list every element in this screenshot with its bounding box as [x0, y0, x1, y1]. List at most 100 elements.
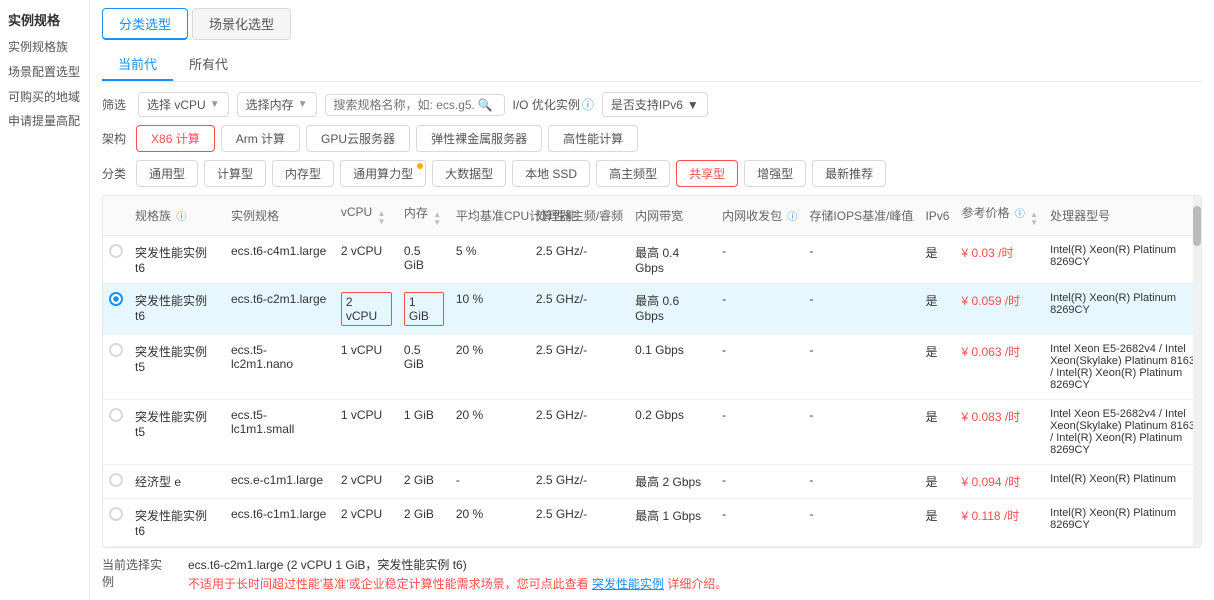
cell-bandwidth: 0.2 Gbps: [629, 400, 716, 465]
arch-btn-bare-metal[interactable]: 弹性裸金属服务器: [416, 125, 542, 152]
sub-tab-all[interactable]: 所有代: [173, 48, 244, 81]
pps-info-icon[interactable]: ⓘ: [787, 212, 797, 223]
sidebar-title: 实例规格: [8, 10, 81, 29]
vcpu-select[interactable]: 选择 vCPU ▼: [138, 92, 229, 117]
price-info-icon[interactable]: ⓘ: [1015, 209, 1025, 220]
cat-btn-recommended[interactable]: 最新推荐: [812, 160, 886, 187]
sidebar-item-family[interactable]: 实例规格族: [8, 39, 81, 56]
instance-table: 规格族 ⓘ 实例规格 vCPU ▲▼ 内存 ▲▼ 平均基准CPU计算性能: [103, 196, 1201, 547]
bottom-selected-label: 当前选择实例: [102, 556, 172, 590]
cat-btn-high-freq[interactable]: 高主频型: [596, 160, 670, 187]
cat-btn-compute[interactable]: 计算型: [204, 160, 266, 187]
cat-btn-general[interactable]: 通用型: [136, 160, 198, 187]
cat-btn-general-compute[interactable]: 通用算力型: [340, 160, 426, 187]
cell-price: ¥ 0.063 /时: [955, 335, 1044, 400]
cell-spec: ecs.t6-c4m1.large: [225, 236, 335, 284]
cell-cpu-perf: 20 %: [450, 400, 530, 465]
cell-mem: 1 GiB: [398, 284, 450, 335]
table-row[interactable]: 突发性能实例 t5ecs.t5-lc1m1.small1 vCPU1 GiB20…: [103, 400, 1201, 465]
cell-cpu-model: Intel(R) Xeon(R) Platinum 8269CY: [1044, 236, 1201, 284]
arch-btn-gpu[interactable]: GPU云服务器: [306, 125, 410, 152]
cell-cpu-model: Intel Xeon E5-2682v4 / Intel Xeon(Skylak…: [1044, 335, 1201, 400]
cell-cpu-model: Intel(R) Xeon(R) Platinum 8269CY: [1044, 284, 1201, 335]
cell-cpu-model: Intel(R) Xeon(R) Platinum 8269CY: [1044, 499, 1201, 547]
cell-iops: -: [803, 465, 919, 499]
family-info-icon[interactable]: ⓘ: [176, 212, 186, 223]
radio-cell[interactable]: [103, 465, 129, 499]
io-opt-link[interactable]: ⓘ: [582, 96, 594, 113]
cell-price: ¥ 0.083 /时: [955, 400, 1044, 465]
th-vcpu[interactable]: vCPU ▲▼: [335, 196, 398, 236]
cell-cpu-perf: 20 %: [450, 335, 530, 400]
bottom-selected-value: ecs.t6-c2m1.large (2 vCPU 1 GiB，突发性能实例 t…: [188, 556, 727, 573]
cell-ipv6: 是: [919, 499, 955, 547]
cell-family: 突发性能实例 t5: [129, 335, 225, 400]
radio-cell[interactable]: [103, 335, 129, 400]
cell-spec: ecs.t5-lc1m1.small: [225, 400, 335, 465]
cell-bandwidth: 最高 1 Gbps: [629, 499, 716, 547]
scroll-thumb: [1193, 206, 1201, 246]
sidebar-item-apply[interactable]: 申请提量高配: [8, 113, 81, 130]
cat-btn-enhanced[interactable]: 增强型: [744, 160, 806, 187]
tab-category-selection[interactable]: 分类选型: [102, 8, 188, 40]
arch-btn-arm[interactable]: Arm 计算: [221, 125, 300, 152]
cat-btn-memory[interactable]: 内存型: [272, 160, 334, 187]
sub-tab-current[interactable]: 当前代: [102, 48, 173, 81]
sidebar-item-scenario[interactable]: 场景配置选型: [8, 64, 81, 81]
tab-scenario-selection[interactable]: 场景化选型: [192, 8, 291, 40]
table-row[interactable]: 突发性能实例 t5ecs.t5-lc2m1.nano1 vCPU0.5 GiB2…: [103, 335, 1201, 400]
radio-button[interactable]: [109, 244, 123, 258]
radio-button[interactable]: [109, 343, 123, 357]
cat-btn-shared[interactable]: 共享型: [676, 160, 738, 187]
cell-family: 突发性能实例 t6: [129, 499, 225, 547]
radio-button[interactable]: [109, 292, 123, 306]
filter-row: 筛选 选择 vCPU ▼ 选择内存 ▼ 🔍 I/O 优化实例 ⓘ 是否支持IPv…: [102, 92, 1202, 117]
cell-bandwidth: 0.1 Gbps: [629, 335, 716, 400]
cell-cpu-perf: -: [450, 465, 530, 499]
th-mem[interactable]: 内存 ▲▼: [398, 196, 450, 236]
sidebar-item-region[interactable]: 可购买的地域: [8, 89, 81, 106]
radio-cell[interactable]: [103, 400, 129, 465]
cat-btn-local-ssd[interactable]: 本地 SSD: [512, 160, 590, 187]
cell-cpu-model: Intel(R) Xeon(R) Platinum: [1044, 465, 1201, 499]
arch-btn-hpc[interactable]: 高性能计算: [548, 125, 638, 152]
radio-cell[interactable]: [103, 236, 129, 284]
cell-pps: -: [716, 335, 803, 400]
vcpu-arrow-icon: ▼: [210, 99, 220, 110]
search-box[interactable]: 🔍: [325, 94, 505, 116]
th-price[interactable]: 参考价格 ⓘ ▲▼: [955, 196, 1044, 236]
search-input[interactable]: [334, 98, 474, 112]
cell-bandwidth: 最高 0.4 Gbps: [629, 236, 716, 284]
table-row[interactable]: 突发性能实例 t6ecs.t6-c2m1.large2 vCPU1 GiB10 …: [103, 284, 1201, 335]
cell-iops: -: [803, 335, 919, 400]
radio-button[interactable]: [109, 507, 123, 521]
ipv6-select[interactable]: 是否支持IPv6 ▼: [602, 92, 708, 117]
cell-pps: -: [716, 400, 803, 465]
scroll-indicator[interactable]: [1193, 196, 1201, 547]
cell-iops: -: [803, 236, 919, 284]
radio-button[interactable]: [109, 408, 123, 422]
cell-ipv6: 是: [919, 335, 955, 400]
burst-instance-link[interactable]: 突发性能实例: [592, 577, 664, 591]
radio-button[interactable]: [109, 473, 123, 487]
cell-pps: -: [716, 465, 803, 499]
cell-spec: ecs.e-c1m1.large: [225, 465, 335, 499]
th-iops: 存储IOPS基准/峰值: [803, 196, 919, 236]
radio-cell[interactable]: [103, 499, 129, 547]
cat-btn-bigdata[interactable]: 大数据型: [432, 160, 506, 187]
arch-btn-x86[interactable]: X86 计算: [136, 125, 215, 152]
cell-price: ¥ 0.03 /时: [955, 236, 1044, 284]
bottom-info: 当前选择实例 ecs.t6-c2m1.large (2 vCPU 1 GiB，突…: [102, 556, 1202, 592]
table-row[interactable]: 经济型 eecs.e-c1m1.large2 vCPU2 GiB-2.5 GHz…: [103, 465, 1201, 499]
th-cpu-perf: 平均基准CPU计算性能: [450, 196, 530, 236]
table-row[interactable]: 突发性能实例 t6ecs.t6-c4m1.large2 vCPU0.5 GiB5…: [103, 236, 1201, 284]
table-row[interactable]: 突发性能实例 t6ecs.t6-c1m1.large2 vCPU2 GiB20 …: [103, 499, 1201, 547]
cell-family: 突发性能实例 t6: [129, 284, 225, 335]
cell-freq: 2.5 GHz/-: [530, 465, 629, 499]
bottom-selected-detail: ecs.t6-c2m1.large (2 vCPU 1 GiB，突发性能实例 t…: [188, 556, 727, 592]
main-content: 分类选型 场景化选型 当前代 所有代 筛选 选择 vCPU ▼ 选择内存 ▼ 🔍: [90, 0, 1214, 600]
cell-vcpu: 2 vCPU: [335, 465, 398, 499]
mem-arrow-icon: ▼: [298, 99, 308, 110]
radio-cell[interactable]: [103, 284, 129, 335]
mem-select[interactable]: 选择内存 ▼: [237, 92, 317, 117]
